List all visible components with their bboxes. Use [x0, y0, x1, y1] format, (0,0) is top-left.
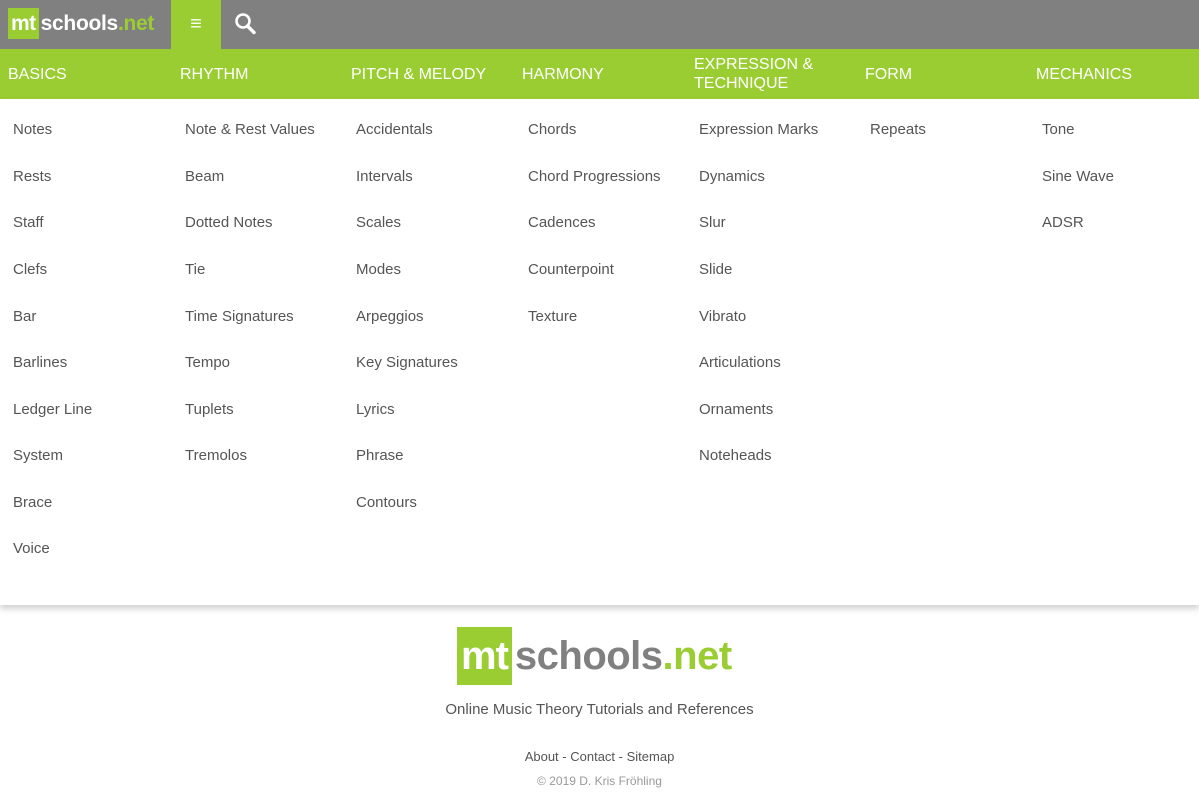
menu-item-slur[interactable]: Slur [699, 212, 726, 234]
sitemap-link[interactable]: Sitemap [627, 749, 675, 764]
search-icon [235, 13, 256, 35]
menu-item-dotted-notes[interactable]: Dotted Notes [185, 212, 273, 234]
menu-item-expression-marks[interactable]: Expression Marks [699, 119, 818, 141]
menu-item-tempo[interactable]: Tempo [185, 352, 230, 374]
footer-logo-net: .net [662, 634, 733, 678]
menu-item-cadences[interactable]: Cadences [528, 212, 596, 234]
menu-button[interactable]: ≡ [171, 0, 221, 49]
menu-item-barlines[interactable]: Barlines [13, 352, 67, 374]
copyright-text: © 2019 D. Kris Fröhling [537, 774, 662, 788]
menu-item-bar[interactable]: Bar [13, 306, 36, 328]
footer-logo-mt: mt [457, 627, 512, 685]
footer-logo[interactable]: mt schools .net [457, 627, 732, 685]
footer-links: About - Contact - Sitemap [0, 749, 1199, 764]
category-harmony[interactable]: Harmony [522, 49, 682, 99]
menu-item-beam[interactable]: Beam [185, 166, 224, 188]
hamburger-icon: ≡ [190, 13, 202, 35]
menu-item-rests[interactable]: Rests [13, 166, 51, 188]
category-expression-technique[interactable]: Expression & Technique [694, 49, 854, 99]
logo-mt: mt [8, 8, 39, 39]
category-rhythm[interactable]: Rhythm [180, 49, 340, 99]
menu-item-chord-progressions[interactable]: Chord Progressions [528, 166, 661, 188]
menu-item-texture[interactable]: Texture [528, 306, 577, 328]
menu-item-adsr[interactable]: ADSR [1042, 212, 1084, 234]
menu-item-voice[interactable]: Voice [13, 538, 50, 560]
menu-item-slide[interactable]: Slide [699, 259, 732, 281]
menu-item-time-signatures[interactable]: Time Signatures [185, 306, 294, 328]
logo-net: .net [117, 12, 155, 35]
menu-item-sine-wave[interactable]: Sine Wave [1042, 166, 1114, 188]
menu-item-repeats[interactable]: Repeats [870, 119, 926, 141]
footer-tagline: Online Music Theory Tutorials and Refere… [445, 701, 754, 718]
menu-item-counterpoint[interactable]: Counterpoint [528, 259, 614, 281]
contact-link[interactable]: Contact [570, 749, 615, 764]
menu-item-accidentals[interactable]: Accidentals [356, 119, 433, 141]
mega-menu-panel: Notes Rests Staff Clefs Bar Barlines Led… [0, 99, 1199, 605]
site-logo[interactable]: mt schools .net [8, 8, 154, 39]
category-form[interactable]: Form [865, 49, 1025, 99]
menu-item-key-signatures[interactable]: Key Signatures [356, 352, 458, 374]
link-separator: - [615, 749, 627, 764]
menu-item-vibrato[interactable]: Vibrato [699, 306, 746, 328]
menu-item-tremolos[interactable]: Tremolos [185, 445, 247, 467]
category-mechanics[interactable]: Mechanics [1036, 49, 1196, 99]
menu-item-clefs[interactable]: Clefs [13, 259, 47, 281]
about-link[interactable]: About [525, 749, 559, 764]
logo-schools: schools [40, 12, 119, 35]
menu-item-staff[interactable]: Staff [13, 212, 44, 234]
menu-item-articulations[interactable]: Articulations [699, 352, 781, 374]
category-basics[interactable]: Basics [8, 49, 168, 99]
menu-item-arpeggios[interactable]: Arpeggios [356, 306, 424, 328]
menu-item-ornaments[interactable]: Ornaments [699, 399, 773, 421]
menu-item-ledger-line[interactable]: Ledger Line [13, 399, 92, 421]
category-bar: Basics Rhythm Pitch & Melody Harmony Exp… [0, 49, 1199, 99]
menu-item-note-rest-values[interactable]: Note & Rest Values [185, 119, 315, 141]
link-separator: - [558, 749, 571, 764]
menu-item-intervals[interactable]: Intervals [356, 166, 413, 188]
menu-item-tuplets[interactable]: Tuplets [185, 399, 234, 421]
menu-item-brace[interactable]: Brace [13, 492, 52, 514]
menu-item-phrase[interactable]: Phrase [356, 445, 404, 467]
top-navbar: mt schools .net ≡ [0, 0, 1199, 49]
footer-logo-schools: schools [514, 634, 663, 678]
menu-item-lyrics[interactable]: Lyrics [356, 399, 395, 421]
menu-item-system[interactable]: System [13, 445, 63, 467]
menu-item-contours[interactable]: Contours [356, 492, 417, 514]
menu-item-noteheads[interactable]: Noteheads [699, 445, 772, 467]
category-pitch-melody[interactable]: Pitch & Melody [351, 49, 511, 99]
menu-item-tone[interactable]: Tone [1042, 119, 1075, 141]
menu-item-scales[interactable]: Scales [356, 212, 401, 234]
menu-item-chords[interactable]: Chords [528, 119, 576, 141]
menu-item-dynamics[interactable]: Dynamics [699, 166, 765, 188]
menu-item-tie[interactable]: Tie [185, 259, 205, 281]
search-button[interactable] [231, 7, 263, 41]
menu-item-notes[interactable]: Notes [13, 119, 52, 141]
menu-item-modes[interactable]: Modes [356, 259, 401, 281]
